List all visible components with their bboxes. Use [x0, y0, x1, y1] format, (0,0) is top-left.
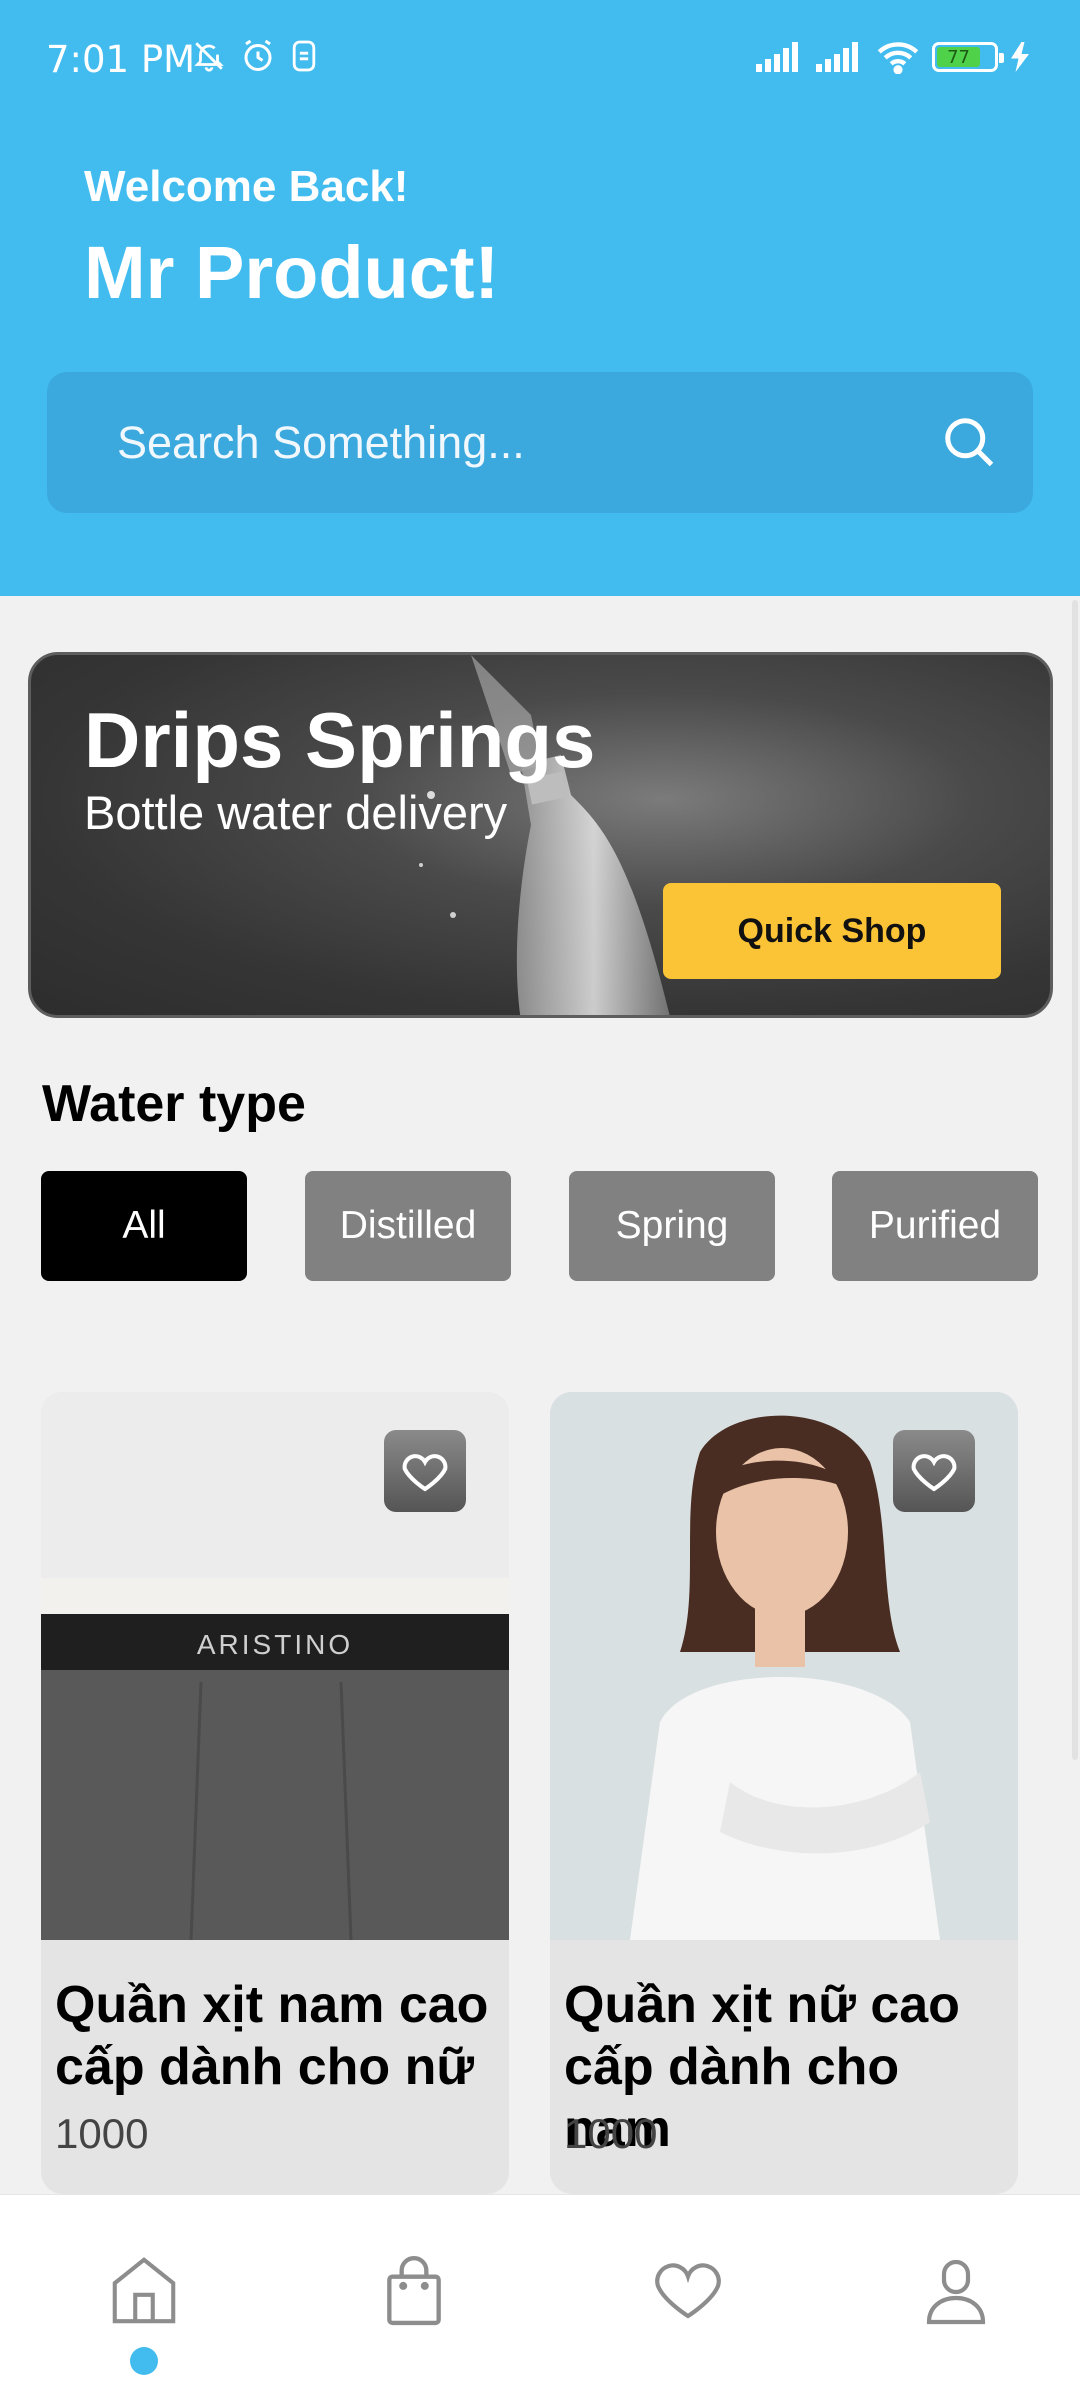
signal-icon-2 — [816, 42, 858, 72]
search-icon[interactable] — [939, 412, 999, 472]
chip-spring[interactable]: Spring — [569, 1171, 775, 1281]
brand-label: ARISTINO — [197, 1629, 353, 1660]
chip-purified[interactable]: Purified — [832, 1171, 1038, 1281]
wifi-icon — [877, 42, 919, 74]
welcome-text: Welcome Back! — [84, 162, 409, 211]
scrollbar[interactable] — [1072, 600, 1078, 1760]
quick-shop-button[interactable]: Quick Shop — [663, 883, 1001, 979]
nav-profile[interactable] — [916, 2249, 996, 2329]
home-icon — [112, 2257, 176, 2324]
heart-icon — [911, 1454, 957, 1492]
charging-icon — [1011, 42, 1029, 72]
nav-cart[interactable] — [374, 2249, 454, 2329]
bottom-nav — [0, 2194, 1080, 2400]
sim-icon — [292, 40, 316, 72]
user-name: Mr Product! — [84, 231, 500, 314]
status-bar: 7:01 PM 77 — [0, 0, 1080, 120]
battery-icon: 77 — [932, 42, 1004, 72]
water-type-title: Water type — [42, 1075, 306, 1133]
signal-icon — [756, 42, 798, 72]
bag-icon — [387, 2256, 441, 2326]
favorite-button[interactable] — [384, 1430, 466, 1512]
heart-icon — [402, 1454, 448, 1492]
nav-home[interactable] — [104, 2249, 184, 2329]
status-icons-left — [192, 38, 318, 74]
water-type-filter: All Distilled Spring Purified — [41, 1171, 1041, 1281]
banner-subtitle: Bottle water delivery — [84, 786, 508, 839]
product-name: Quần xịt nam cao cấp dành cho nữ — [55, 1976, 489, 2096]
nav-favorites[interactable] — [648, 2249, 728, 2329]
search-input[interactable] — [117, 372, 877, 513]
status-time: 7:01 PM — [46, 38, 196, 81]
favorite-button[interactable] — [893, 1430, 975, 1512]
promo-banner: Drips Springs Bottle water delivery Quic… — [28, 652, 1053, 1018]
banner-title: Drips Springs — [84, 696, 596, 784]
heart-icon — [655, 2263, 721, 2319]
product-price: 1000 — [55, 2110, 149, 2157]
chip-all[interactable]: All — [41, 1171, 247, 1281]
profile-icon — [926, 2259, 986, 2325]
active-indicator — [130, 2347, 158, 2375]
alarm-icon — [244, 39, 272, 71]
status-icons-right: 77 — [756, 40, 1030, 74]
header: 7:01 PM 77 Welcome Back! Mr Product! Sea… — [0, 0, 1080, 596]
search-bar[interactable] — [47, 372, 1033, 513]
battery-level: 77 — [937, 47, 981, 68]
bell-off-icon — [194, 42, 224, 72]
product-price: 1000 — [564, 2110, 658, 2157]
chip-distilled[interactable]: Distilled — [305, 1171, 511, 1281]
product-card[interactable]: ARISTINO Quần xịt nam cao cấp dành cho n… — [41, 1392, 509, 2194]
product-card[interactable]: Quần xịt nữ cao cấp dành cho nam 1000 — [550, 1392, 1018, 2194]
